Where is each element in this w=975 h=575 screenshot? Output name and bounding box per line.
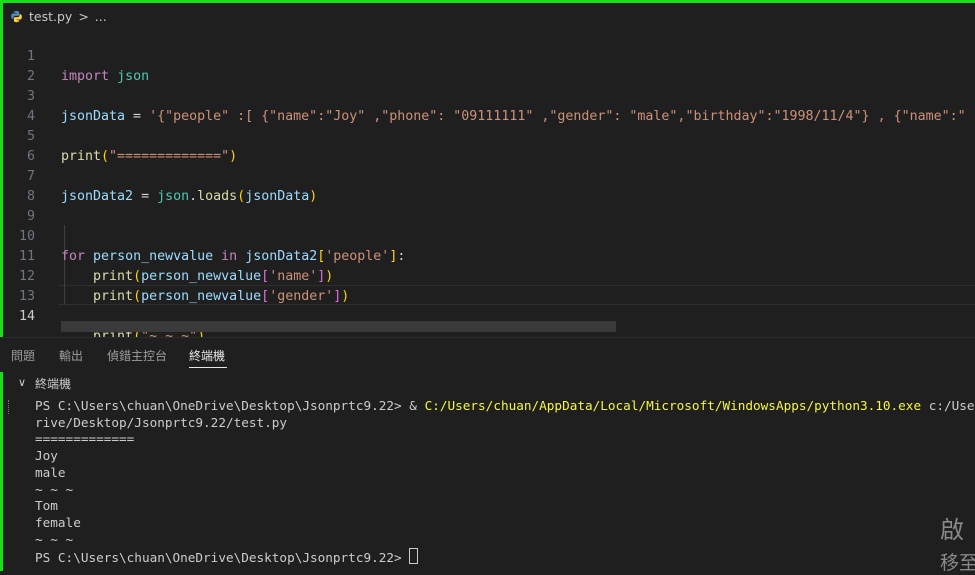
code-line[interactable]: 11 print(person_newvalue['name']): [3, 227, 975, 284]
active-tab-indicator: [189, 367, 227, 368]
terminal-line: Joy: [35, 448, 58, 464]
tab-terminal[interactable]: 終端機: [189, 347, 225, 364]
terminal-prompt: PS C:\Users\chuan\OneDrive\Desktop\Jsonp…: [35, 398, 410, 413]
code-editor[interactable]: 1 import json 2 3 jsonData = '{"people" …: [3, 27, 975, 344]
call-operator: &: [409, 398, 425, 413]
terminal-cursor: [409, 548, 419, 565]
terminal-line: Tom: [35, 498, 58, 514]
breadcrumb: test.py > ...: [10, 6, 107, 26]
terminal-line: rive/Desktop/Jsonprtc9.22/test.py: [35, 414, 288, 430]
terminal-prompt: PS C:\Users\chuan\OneDrive\Desktop\Jsonp…: [35, 550, 410, 566]
breadcrumb-separator: >: [78, 8, 89, 24]
tab-problems[interactable]: 問題: [11, 347, 35, 364]
horizontal-scrollbar[interactable]: [61, 321, 616, 332]
line-number: 14: [18, 309, 35, 324]
code-line[interactable]: 4: [3, 87, 975, 124]
terminal-section-title: 終端機: [35, 377, 72, 391]
code-line[interactable]: 7 jsonData2 = json.loads(jsonData): [3, 147, 975, 204]
tab-debug-console[interactable]: 偵錯主控台: [107, 347, 167, 364]
code-line[interactable]: 10 for person_newvalue in jsonData2['peo…: [3, 207, 975, 264]
terminal-line: ~ ~ ~: [35, 531, 74, 547]
code-line[interactable]: 3 jsonData = '{"people" :[ {"name":"Joy"…: [3, 67, 975, 124]
code-line[interactable]: 9: [3, 187, 975, 224]
chevron-down-icon[interactable]: ∨: [18, 376, 26, 389]
terminal-line: ~ ~ ~: [35, 481, 74, 497]
breadcrumb-file[interactable]: test.py: [29, 9, 72, 24]
terminal-line: female: [35, 514, 81, 530]
tab-output[interactable]: 輸出: [59, 347, 83, 364]
code-line[interactable]: 13: [3, 267, 975, 304]
code-line[interactable]: 8: [3, 167, 975, 204]
activation-watermark-line1: 啟: [940, 516, 964, 544]
code-line[interactable]: 12 print(person_newvalue['gender']): [3, 247, 975, 304]
code-line[interactable]: 1 import json: [3, 27, 975, 84]
script-arg: c:/Use: [921, 398, 975, 413]
terminal-section-header[interactable]: ∨ 終端機: [0, 373, 975, 393]
python-file-icon: [10, 10, 23, 23]
breadcrumb-rest[interactable]: ...: [95, 9, 107, 24]
terminal-line: PS C:\Users\chuan\OneDrive\Desktop\Jsonp…: [35, 398, 975, 415]
code-line[interactable]: 6: [3, 127, 975, 164]
panel-tab-bar: 問題 輸出 偵錯主控台 終端機: [0, 337, 975, 372]
code-line[interactable]: 14 print("~ ~ ~"): [3, 287, 975, 344]
python-exe-path: C:/Users/chuan/AppData/Local/Microsoft/W…: [424, 398, 922, 413]
code-line[interactable]: 5 print("============="): [3, 107, 975, 164]
terminal-output[interactable]: PS C:\Users\chuan\OneDrive\Desktop\Jsonp…: [0, 396, 975, 571]
terminal-line: =============: [35, 431, 135, 447]
terminal-line[interactable]: PS C:\Users\chuan\OneDrive\Desktop\Jsonp…: [35, 548, 419, 566]
terminal-line: male: [35, 464, 66, 480]
code-line[interactable]: 2: [3, 47, 975, 84]
